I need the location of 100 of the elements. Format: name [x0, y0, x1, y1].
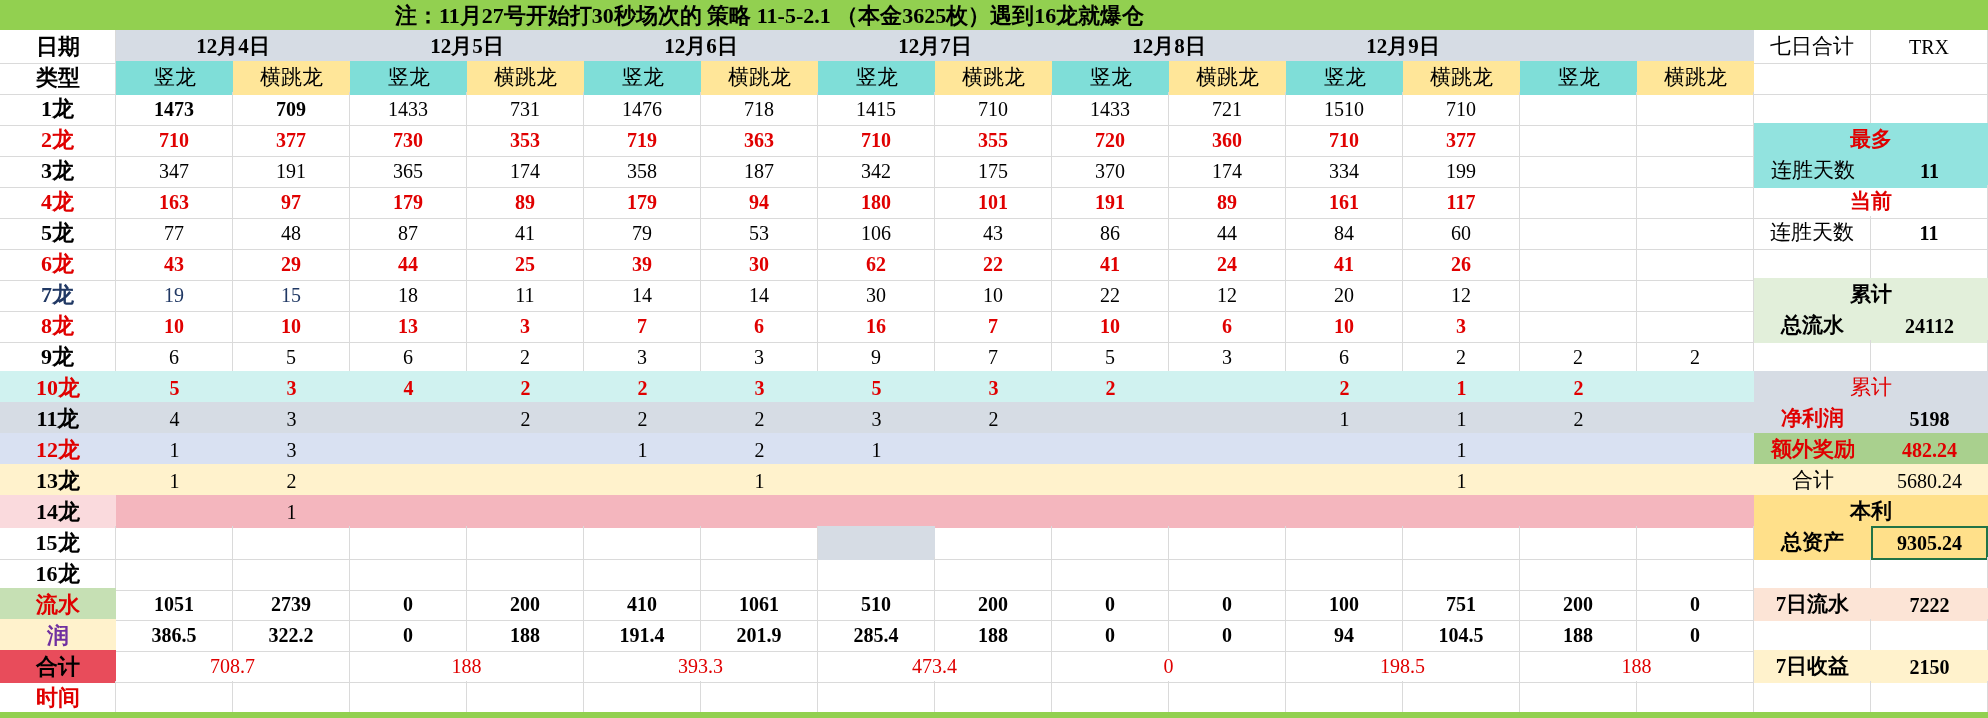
table-cell: 188	[935, 619, 1052, 652]
table-cell: 106	[818, 216, 935, 250]
table-cell: 191	[1052, 185, 1169, 219]
summary-value[interactable]: 11	[1871, 216, 1988, 250]
table-cell: 30	[818, 278, 935, 312]
table-cell: 84	[1286, 216, 1403, 250]
summary-value[interactable]: 11	[1871, 154, 1988, 188]
table-cell-text: 3	[285, 406, 298, 432]
table-cell: 0	[1052, 588, 1169, 621]
table-cell: 365	[350, 154, 467, 188]
table-cell: 10	[1286, 309, 1403, 343]
summary-cell: 累计	[1754, 371, 1988, 404]
summary-label: 额外奖励	[1754, 433, 1871, 466]
summary-label: 7日流水	[1754, 588, 1871, 621]
type-header: 横跳龙	[467, 61, 584, 95]
table-cell: 342	[818, 154, 935, 188]
table-cell: 161	[1286, 185, 1403, 219]
table-cell: 24	[1169, 247, 1286, 281]
table-cell: 334	[1286, 154, 1403, 188]
table-cell: 386.5	[116, 619, 233, 652]
summary-label: 总资产	[1754, 526, 1871, 560]
table-cell-text: 3	[285, 437, 298, 463]
table-cell: 347	[116, 154, 233, 188]
table-cell: 730	[350, 123, 467, 157]
table-cell: 719	[584, 123, 701, 157]
summary-label: 连胜天数	[1754, 216, 1871, 250]
table-cell: 87	[350, 216, 467, 250]
table-cell: 2739	[233, 588, 350, 621]
summary-value[interactable]: 5680.24	[1871, 464, 1988, 497]
date-header: 12月6日	[584, 30, 818, 64]
summary-value[interactable]: TRX	[1871, 30, 1988, 64]
type-header: 横跳龙	[1169, 61, 1286, 95]
summary-label: 连胜天数	[1754, 154, 1871, 188]
table-cell: 201.9	[701, 619, 818, 652]
table-cell-text: 3	[285, 375, 298, 401]
row-label: 12龙	[0, 433, 116, 466]
type-header: 竖龙	[818, 61, 935, 95]
table-cell: 198.5	[1286, 650, 1520, 683]
row-label: 8龙	[0, 309, 116, 343]
table-cell: 377	[1403, 123, 1520, 157]
table-cell-text: 1	[168, 437, 181, 463]
table-cell: 377	[233, 123, 350, 157]
table-cell-text: 2	[1572, 406, 1585, 432]
table-cell: 10	[116, 309, 233, 343]
table-cell-text: 2	[753, 406, 766, 432]
date-header: 12月9日	[1286, 30, 1520, 64]
summary-value[interactable]: 24112	[1871, 309, 1988, 343]
table-cell: 510	[818, 588, 935, 621]
table-cell: 174	[1169, 154, 1286, 188]
summary-value[interactable]: 2150	[1871, 650, 1988, 683]
table-cell-text: 2	[636, 375, 649, 401]
table-cell: 7	[584, 309, 701, 343]
date-header: 12月4日	[116, 30, 350, 64]
table-cell: 720	[1052, 123, 1169, 157]
summary-label: 净利润	[1754, 402, 1871, 435]
table-cell-text: 3	[753, 375, 766, 401]
row-label: 6龙	[0, 247, 116, 281]
summary-value[interactable]: 5198	[1871, 402, 1988, 435]
table-cell: 10	[935, 278, 1052, 312]
table-cell-text: 2	[519, 406, 532, 432]
table-cell-text: 5	[870, 375, 883, 401]
summary-value[interactable]: 7222	[1871, 588, 1988, 621]
table-cell: 10	[1052, 309, 1169, 343]
table-cell-text: 1	[753, 468, 766, 494]
table-cell: 41	[1052, 247, 1169, 281]
table-cell: 358	[584, 154, 701, 188]
summary-value[interactable]: 9305.24	[1871, 526, 1988, 560]
table-cell: 79	[584, 216, 701, 250]
table-cell-text: 2	[1104, 375, 1117, 401]
table-cell: 187	[701, 154, 818, 188]
table-cell: 86	[1052, 216, 1169, 250]
table-cell: 179	[584, 185, 701, 219]
table-cell: 100	[1286, 588, 1403, 621]
table-cell: 200	[935, 588, 1052, 621]
table-cell: 355	[935, 123, 1052, 157]
table-cell: 188	[467, 619, 584, 652]
table-cell-text: 1	[1455, 375, 1468, 401]
table-cell-text: 3	[987, 375, 1000, 401]
row-label: 10龙	[0, 371, 116, 404]
row-label: 3龙	[0, 154, 116, 188]
table-cell: 30	[701, 247, 818, 281]
summary-cell: 本利	[1754, 495, 1988, 528]
table-cell-text: 5	[168, 375, 181, 401]
table-cell: 0	[1052, 619, 1169, 652]
summary-label: 合计	[1754, 464, 1871, 497]
table-cell: 200	[467, 588, 584, 621]
table-cell: 710	[818, 123, 935, 157]
table-cell: 353	[467, 123, 584, 157]
row-label: 润	[0, 619, 116, 652]
row-label: 1龙	[0, 92, 116, 126]
table-cell: 710	[116, 123, 233, 157]
table-cell: 20	[1286, 278, 1403, 312]
table-cell: 43	[116, 247, 233, 281]
table-cell: 1510	[1286, 92, 1403, 126]
table-cell: 1433	[350, 92, 467, 126]
table-cell: 1433	[1052, 92, 1169, 126]
table-cell: 11	[467, 278, 584, 312]
table-cell: 1476	[584, 92, 701, 126]
table-cell-text: 2	[1572, 375, 1585, 401]
table-cell: 174	[467, 154, 584, 188]
